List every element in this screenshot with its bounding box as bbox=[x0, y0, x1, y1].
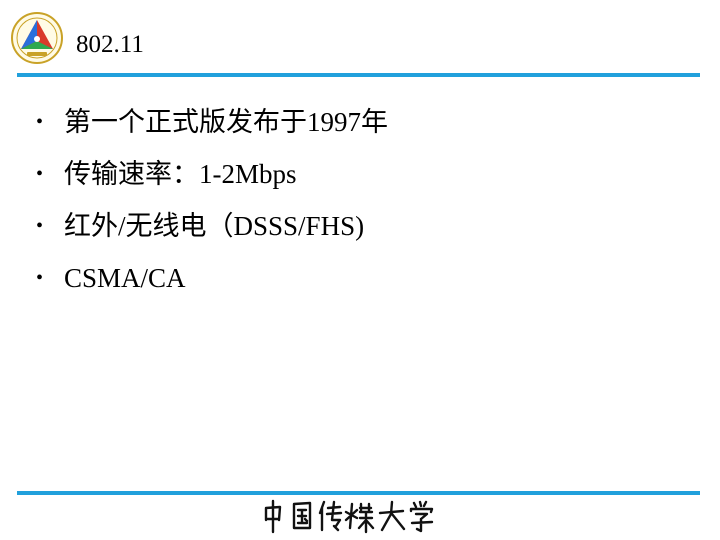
bullet-list: • 第一个正式版发布于1997年 • 传输速率：1-2Mbps • 红外/无线电… bbox=[36, 96, 388, 304]
bullet-text: 第一个正式版发布于1997年 bbox=[64, 107, 388, 137]
university-emblem-icon bbox=[11, 12, 63, 64]
slide: 802.11 • 第一个正式版发布于1997年 • 传输速率：1-2Mbps •… bbox=[0, 0, 720, 540]
header-rule bbox=[17, 73, 700, 77]
bullet-icon: • bbox=[36, 111, 44, 133]
bullet-text: 红外/无线电（DSSS/FHS) bbox=[64, 211, 365, 241]
list-item: • 第一个正式版发布于1997年 bbox=[36, 96, 388, 148]
bullet-text: CSMA/CA bbox=[64, 263, 186, 293]
footer-rule bbox=[17, 491, 700, 495]
university-calligraphy-logo bbox=[264, 499, 434, 534]
bullet-icon: • bbox=[36, 163, 44, 185]
list-item: • 红外/无线电（DSSS/FHS) bbox=[36, 200, 388, 252]
slide-title: 802.11 bbox=[76, 31, 144, 58]
bullet-text: 传输速率：1-2Mbps bbox=[64, 159, 297, 189]
list-item: • CSMA/CA bbox=[36, 252, 388, 304]
list-item: • 传输速率：1-2Mbps bbox=[36, 148, 388, 200]
bullet-icon: • bbox=[36, 267, 44, 289]
bullet-icon: • bbox=[36, 215, 44, 237]
